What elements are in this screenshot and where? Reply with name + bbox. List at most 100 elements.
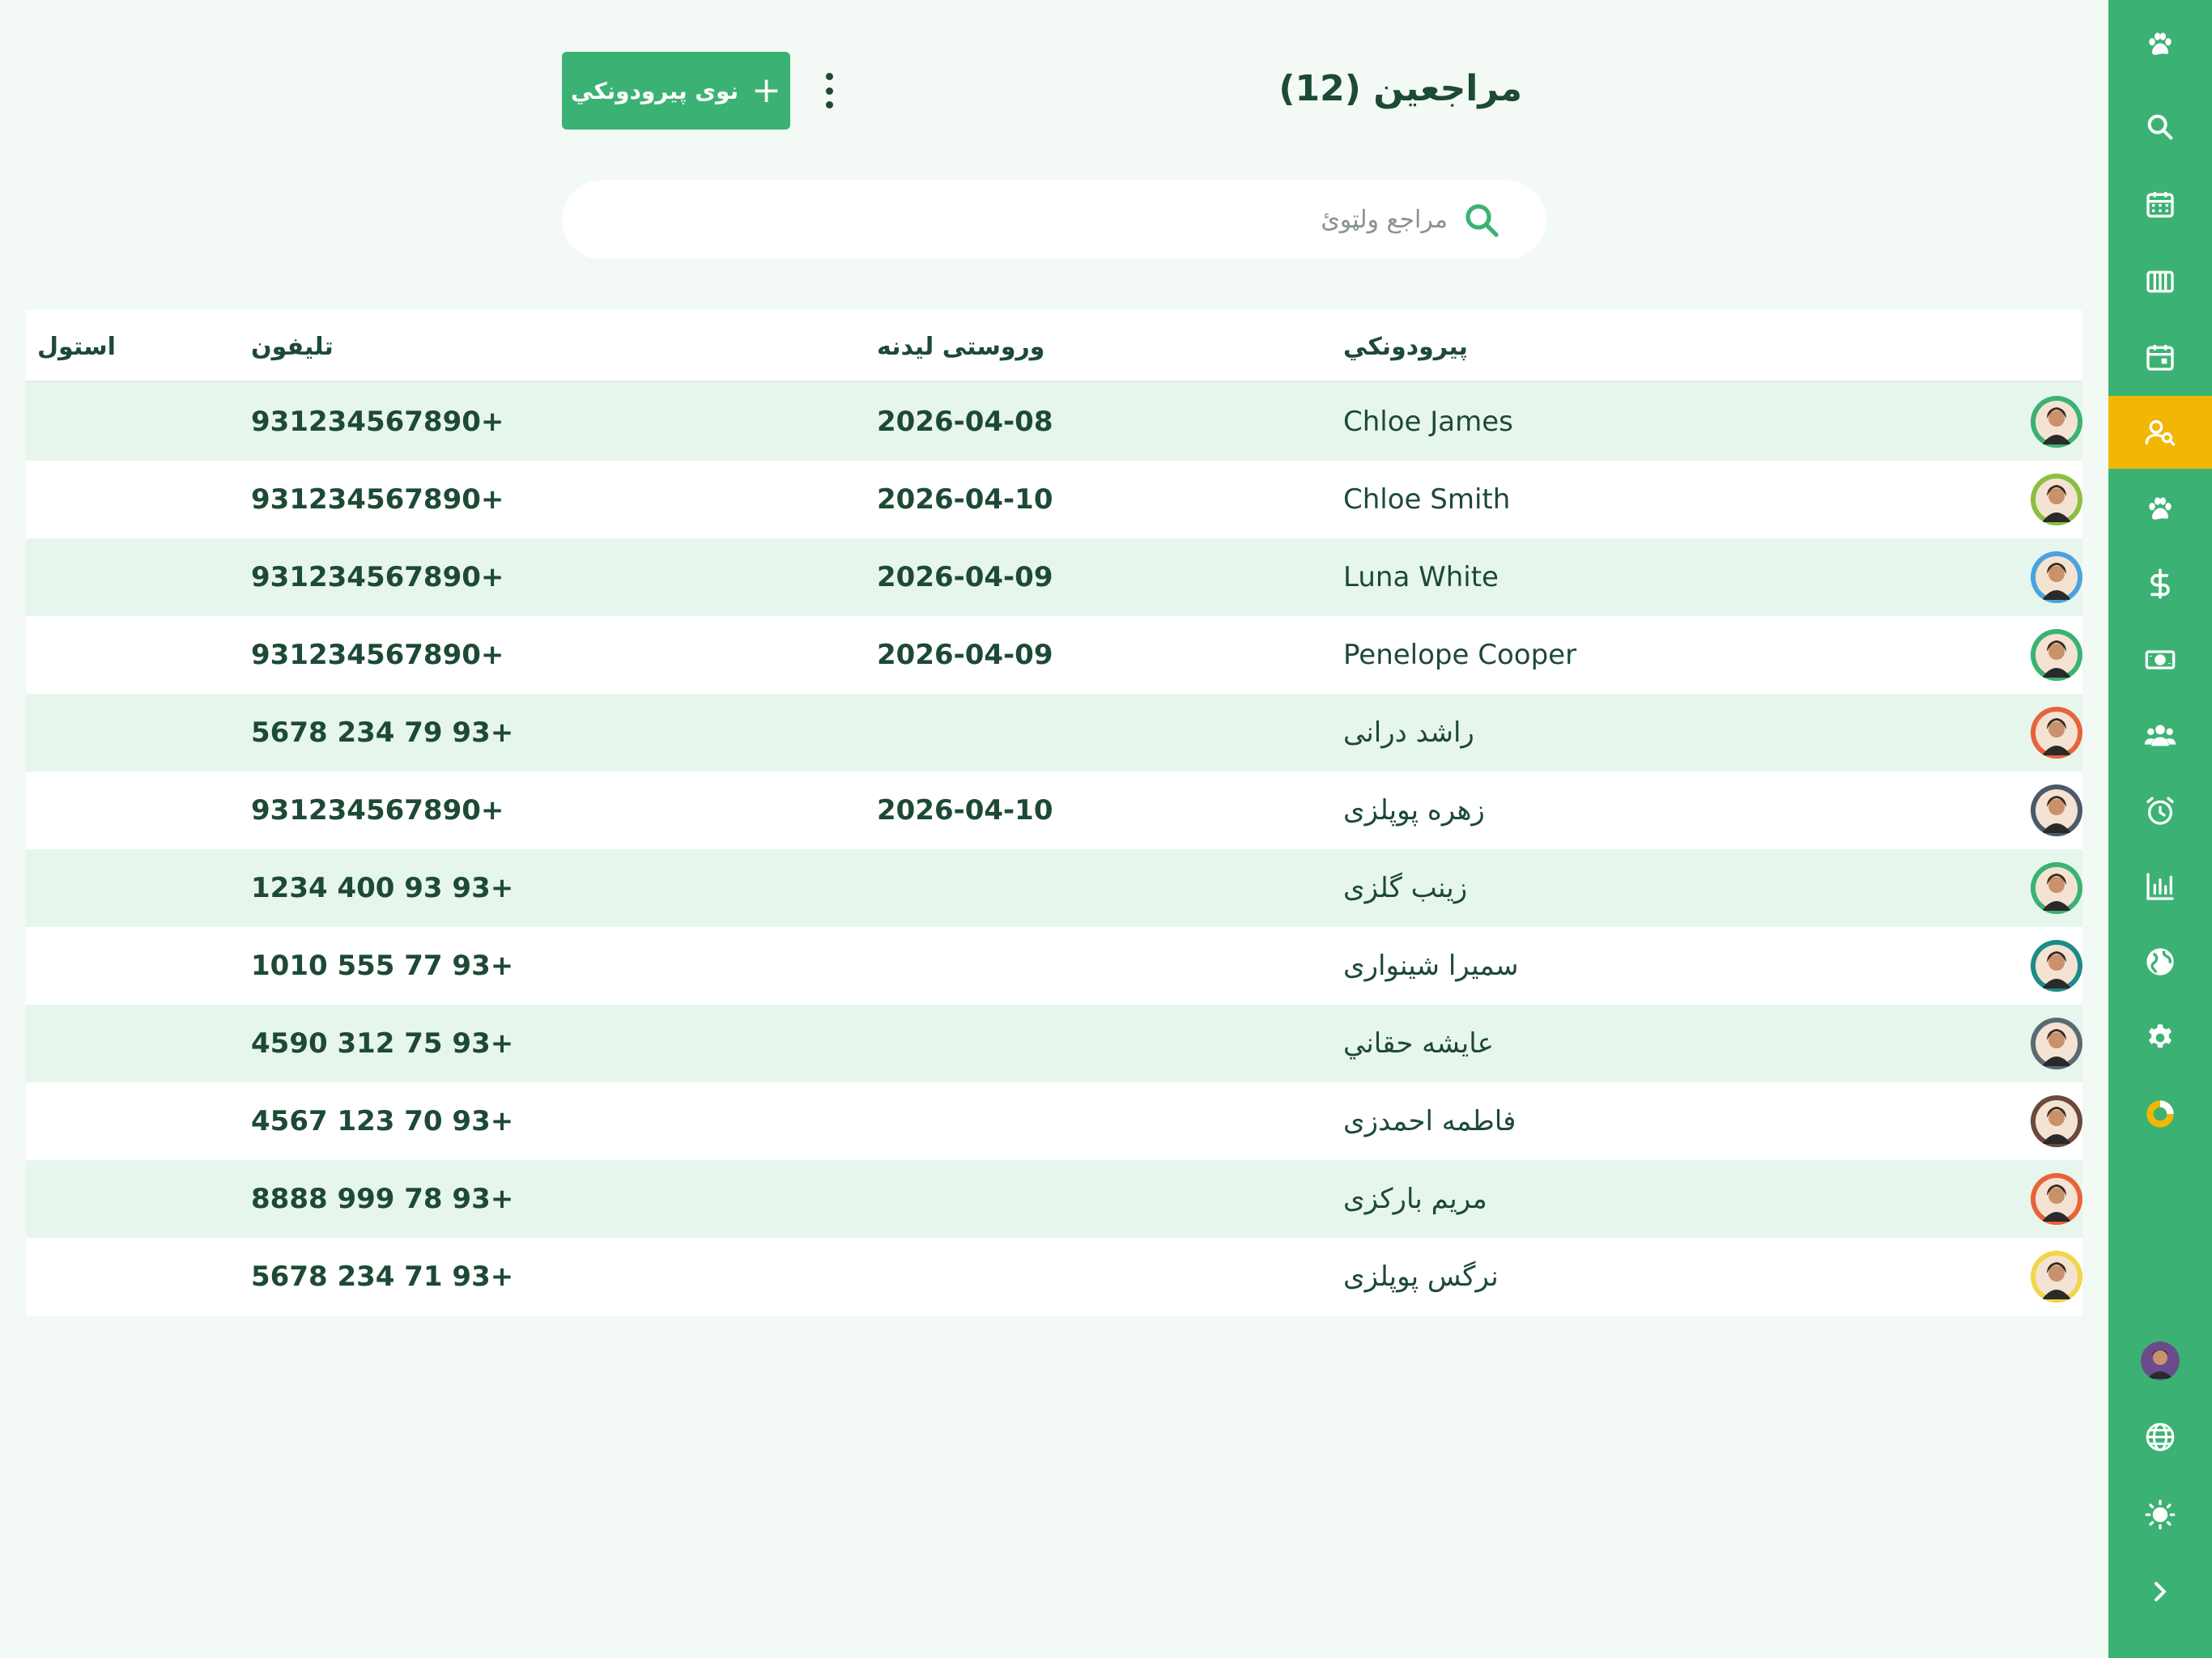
customer-name: سمیرا شینواری [1343, 950, 1519, 982]
last-visit-date: 2026-04-10 [877, 483, 1053, 516]
kebab-menu-icon[interactable] [815, 73, 844, 108]
table-row[interactable]: Penelope Cooper 2026-04-09 931234567890+ [26, 616, 2082, 694]
phone-number: 4590 312 75 93+ [251, 1027, 514, 1060]
table-row[interactable]: Luna White 2026-04-09 931234567890+ [26, 538, 2082, 616]
table-row[interactable]: زینب گلزی 1234 400 93 93+ [26, 849, 2082, 927]
sidebar-item-donut[interactable] [2108, 1078, 2212, 1150]
table-row[interactable]: زهره پوپلزی 2026-04-10 931234567890+ [26, 772, 2082, 849]
sidebar-item-paw[interactable] [2108, 473, 2212, 546]
customer-name: مریم بارکزی [1343, 1183, 1487, 1215]
avatar[interactable] [2031, 551, 2082, 603]
new-customer-button-label: نوی پیرودونکي [570, 77, 739, 104]
phone-number: 931234567890+ [251, 794, 504, 827]
phone-number: 1234 400 93 93+ [251, 872, 514, 904]
sidebar-item-alarm[interactable] [2108, 775, 2212, 848]
chevron-right-icon [2155, 1582, 2166, 1601]
globe-filled-icon [2146, 948, 2174, 976]
sidebar-item-gear[interactable] [2108, 1001, 2212, 1074]
customer-name: فاطمه احمدزی [1343, 1105, 1516, 1137]
customer-name: راشد درانی [1343, 716, 1474, 749]
sidebar-bottom-user-avatar[interactable] [2108, 1324, 2212, 1397]
sidebar-item-user-search[interactable] [2108, 396, 2212, 469]
page-title: مراجعين (12) [1278, 68, 1522, 109]
table-row[interactable]: Chloe Smith 2026-04-10 931234567890+ [26, 461, 2082, 538]
donut-icon [2146, 1100, 2174, 1128]
calendar-grid-icon [2146, 192, 2174, 218]
plus-icon: + [751, 70, 782, 111]
language-icon [2146, 1422, 2175, 1452]
avatar[interactable] [2031, 1173, 2082, 1225]
phone-number: 5678 234 71 93+ [251, 1261, 514, 1293]
customer-name: Chloe James [1343, 406, 1513, 438]
last-visit-date: 2026-04-10 [877, 794, 1053, 827]
column-header-phone[interactable]: تلیفون [251, 333, 334, 361]
customer-name: Luna White [1343, 561, 1499, 593]
table-row[interactable]: فاطمه احمدزی 4567 123 70 93+ [26, 1082, 2082, 1160]
sidebar-item-calendar-grid[interactable] [2108, 168, 2212, 240]
phone-number: 5678 234 79 93+ [251, 716, 514, 749]
last-visit-date: 2026-04-08 [877, 406, 1053, 438]
user-search-icon [2145, 420, 2176, 446]
sidebar-item-bar-chart[interactable] [2108, 850, 2212, 923]
sun-icon [2145, 1499, 2176, 1530]
table-row[interactable]: سمیرا شینواری 1010 555 77 93+ [26, 927, 2082, 1005]
new-customer-button[interactable]: + نوی پیرودونکي [562, 52, 790, 130]
alarm-icon [2146, 797, 2174, 825]
phone-number: 4567 123 70 93+ [251, 1105, 514, 1137]
sidebar-bottom-chevron-right[interactable] [2108, 1555, 2212, 1628]
users-icon [2144, 725, 2176, 746]
sidebar-item-calendar-event[interactable] [2108, 321, 2212, 393]
dollar-icon [2150, 568, 2170, 599]
column-header-column[interactable]: استول [37, 333, 116, 361]
sidebar-item-banknote[interactable] [2108, 623, 2212, 696]
sidebar [2108, 0, 2212, 1658]
sidebar-bottom-language[interactable] [2108, 1401, 2212, 1473]
customer-name: Penelope Cooper [1343, 639, 1577, 671]
avatar[interactable] [2031, 940, 2082, 992]
customer-name: زینب گلزی [1343, 872, 1468, 904]
avatar[interactable] [2031, 707, 2082, 759]
phone-number: 8888 999 78 93+ [251, 1183, 514, 1215]
column-header-last-visit[interactable]: وروستی لیدنه [877, 333, 1044, 361]
customer-name: نرگس پوپلزی [1343, 1261, 1499, 1293]
paw-icon [2149, 497, 2172, 520]
phone-number: 931234567890+ [251, 639, 504, 671]
search-icon [2147, 114, 2173, 140]
sidebar-item-search[interactable] [2108, 91, 2212, 164]
avatar[interactable] [2031, 1018, 2082, 1069]
column-header-customer[interactable]: پیرودونکي [1343, 333, 1468, 361]
bar-chart-icon [2146, 873, 2174, 900]
gear-icon [2149, 1024, 2172, 1048]
banknote-icon [2145, 650, 2176, 670]
avatar[interactable] [2031, 396, 2082, 448]
table-row[interactable]: Chloe James 2026-04-08 931234567890+ [26, 383, 2082, 461]
paw-logo-icon [2149, 32, 2172, 55]
calendar-event-icon [2146, 345, 2174, 371]
avatar[interactable] [2031, 1251, 2082, 1303]
sidebar-bottom-sun[interactable] [2108, 1478, 2212, 1551]
customer-name: زهره پوپلزی [1343, 794, 1485, 827]
search-bar[interactable] [562, 181, 1546, 259]
avatar[interactable] [2031, 474, 2082, 525]
sidebar-item-dollar[interactable] [2108, 547, 2212, 620]
phone-number: 931234567890+ [251, 561, 504, 593]
sidebar-item-columns[interactable] [2108, 245, 2212, 318]
table-row[interactable]: مریم بارکزی 8888 999 78 93+ [26, 1160, 2082, 1238]
table-row[interactable]: نرگس پوپلزی 5678 234 71 93+ [26, 1238, 2082, 1316]
sidebar-item-globe-filled[interactable] [2108, 925, 2212, 998]
sidebar-item-paw-logo[interactable] [2108, 8, 2212, 81]
customer-name: عایشه حقاني [1343, 1027, 1494, 1060]
table-row[interactable]: راشد درانی 5678 234 79 93+ [26, 694, 2082, 772]
customers-table: پیرودونکي وروستی لیدنه تلیفون استول Chlo… [26, 310, 2082, 1316]
avatar[interactable] [2031, 862, 2082, 914]
table-body: Chloe James 2026-04-08 931234567890+ Chloe … [26, 383, 2082, 1316]
avatar[interactable] [2031, 1095, 2082, 1147]
sidebar-item-users[interactable] [2108, 699, 2212, 772]
avatar[interactable] [2031, 629, 2082, 681]
columns-icon [2146, 270, 2174, 293]
avatar[interactable] [2031, 784, 2082, 836]
last-visit-date: 2026-04-09 [877, 639, 1053, 671]
table-row[interactable]: عایشه حقاني 4590 312 75 93+ [26, 1005, 2082, 1082]
phone-number: 931234567890+ [251, 483, 504, 516]
search-input[interactable] [719, 206, 1448, 234]
